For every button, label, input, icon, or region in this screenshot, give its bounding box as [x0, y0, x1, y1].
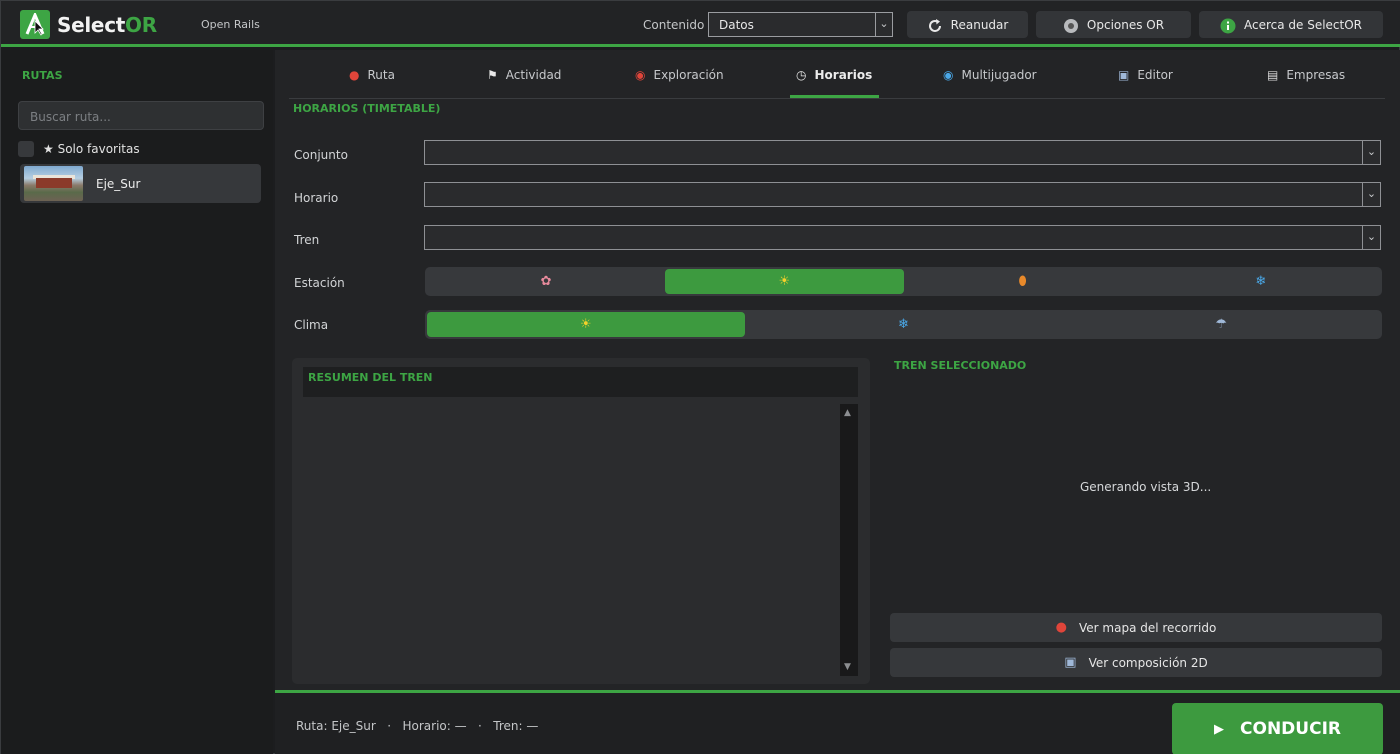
tab-actividad[interactable]: ⚑ Actividad [481, 68, 567, 98]
content-select-value: Datos [719, 18, 754, 32]
scroll-up-icon[interactable]: ▲ [844, 408, 851, 418]
main-panel: ● Ruta ⚑ Actividad ◉ Exploración ◷ Horar… [275, 50, 1400, 754]
snowflake-icon: ❄ [898, 317, 909, 332]
resume-button[interactable]: Reanudar [907, 11, 1028, 38]
routes-sidebar: RUTAS Buscar ruta... ★ Solo favoritas Ej… [1, 50, 273, 754]
chevron-down-icon[interactable]: ⌄ [875, 13, 892, 36]
tab-ruta[interactable]: ● Ruta [343, 68, 401, 98]
route-search-input[interactable]: Buscar ruta... [18, 101, 264, 130]
brand-name: SelectOR [57, 13, 157, 37]
sun-icon: ☀ [778, 274, 791, 289]
leaf-icon: ⬮ [1018, 274, 1027, 289]
selected-train-title: TREN SELECCIONADO [894, 359, 1027, 372]
train-summary-body: ▲ ▼ [303, 404, 858, 676]
preview-status: Generando vista 3D... [1080, 480, 1212, 494]
content-select[interactable]: Datos ⌄ [708, 12, 893, 37]
weather-snow[interactable]: ❄ [745, 312, 1063, 337]
season-summer[interactable]: ☀ [665, 269, 904, 294]
content-label: Contenido [643, 18, 705, 32]
weather-clear[interactable]: ☀ [427, 312, 745, 337]
tab-label: Empresas [1286, 68, 1346, 82]
view-composition-button[interactable]: ▣ Ver composición 2D [890, 648, 1382, 677]
resume-label: Reanudar [950, 17, 1009, 32]
tren-label: Tren [294, 233, 320, 247]
sun-icon: ☀ [580, 317, 592, 332]
about-button[interactable]: Acerca de SelectOR [1199, 11, 1383, 38]
refresh-icon [927, 18, 941, 32]
train-summary-panel: RESUMEN DEL TREN ▲ ▼ [292, 358, 870, 684]
info-icon [1220, 18, 1236, 33]
tab-label: Editor [1137, 68, 1173, 82]
tab-label: Exploración [653, 68, 724, 82]
tab-editor[interactable]: ▣ Editor [1112, 68, 1179, 98]
season-selector: ✿ ☀ ⬮ ❄ [425, 267, 1382, 296]
favorites-label[interactable]: ★ Solo favoritas [43, 142, 140, 156]
route-name: Eje_Sur [96, 177, 141, 191]
routes-title: RUTAS [22, 69, 63, 82]
flower-icon: ✿ [540, 274, 552, 289]
chevron-down-icon[interactable]: ⌄ [1362, 141, 1380, 164]
clock-icon: ◷ [796, 68, 807, 82]
chevron-down-icon[interactable]: ⌄ [1362, 226, 1380, 249]
tab-bar: ● Ruta ⚑ Actividad ◉ Exploración ◷ Horar… [289, 50, 1385, 99]
favorites-checkbox[interactable] [18, 141, 34, 157]
scroll-down-icon[interactable]: ▼ [844, 662, 851, 672]
tab-empresas[interactable]: ▤ Empresas [1261, 68, 1351, 98]
brand-subtitle: Open Rails [201, 18, 260, 31]
top-bar: SelectOR Open Rails Contenido Datos ⌄ Re… [1, 1, 1400, 47]
tren-select[interactable]: ⌄ [424, 225, 1381, 250]
train-summary-title: RESUMEN DEL TREN [303, 367, 858, 397]
summary-scrollbar[interactable]: ▲ ▼ [840, 404, 858, 676]
horario-select[interactable]: ⌄ [424, 182, 1381, 207]
building-icon: ▤ [1267, 68, 1279, 82]
pin-icon: ● [349, 68, 360, 82]
view-composition-label: Ver composición 2D [1088, 655, 1208, 670]
train-icon: ▣ [1064, 655, 1077, 670]
options-button[interactable]: Opciones OR [1036, 11, 1191, 38]
checkered-flag-icon: ⚑ [487, 68, 498, 82]
view-route-map-label: Ver mapa del recorrido [1079, 620, 1217, 635]
tab-label: Multijugador [961, 68, 1037, 82]
weather-rain[interactable]: ☂ [1062, 312, 1380, 337]
timetable-section-title: HORARIOS (TIMETABLE) [293, 102, 441, 115]
tab-label: Ruta [367, 68, 395, 82]
train-icon: ▣ [1118, 68, 1130, 82]
gear-icon [1063, 18, 1078, 33]
conjunto-label: Conjunto [294, 148, 348, 162]
conjunto-select[interactable]: ⌄ [424, 140, 1381, 165]
snowflake-icon: ❄ [1255, 274, 1267, 289]
tab-label: Actividad [505, 68, 562, 82]
tab-horarios[interactable]: ◷ Horarios [790, 68, 879, 98]
globe-icon: ◉ [943, 68, 954, 82]
options-label: Opciones OR [1086, 17, 1165, 32]
clima-label: Clima [294, 318, 329, 332]
season-autumn[interactable]: ⬮ [904, 269, 1142, 294]
weather-selector: ☀ ❄ ☂ [425, 310, 1382, 339]
tab-multijugador[interactable]: ◉ Multijugador [937, 68, 1043, 98]
season-spring[interactable]: ✿ [427, 269, 665, 294]
play-icon: ▶ [1214, 721, 1225, 737]
pin-icon: ● [1055, 620, 1067, 635]
horario-label: Horario [294, 191, 339, 205]
drive-label: CONDUCIR [1240, 719, 1341, 739]
route-thumbnail [24, 166, 83, 201]
tab-exploracion[interactable]: ◉ Exploración [629, 68, 730, 98]
drive-button[interactable]: ▶ CONDUCIR [1172, 703, 1383, 754]
chevron-down-icon[interactable]: ⌄ [1362, 183, 1380, 206]
footer-bar: Ruta: Eje_Sur · Horario: — · Tren: — ▶ C… [275, 690, 1400, 754]
route-list-item[interactable]: Eje_Sur [20, 164, 261, 203]
rain-cloud-icon: ☂ [1215, 317, 1227, 332]
footer-status: Ruta: Eje_Sur · Horario: — · Tren: — [296, 719, 539, 733]
about-label: Acerca de SelectOR [1243, 17, 1363, 32]
season-winter[interactable]: ❄ [1142, 269, 1380, 294]
tab-label: Horarios [814, 68, 873, 82]
estacion-label: Estación [294, 276, 345, 290]
app-logo-icon [20, 10, 50, 39]
compass-icon: ◉ [635, 68, 646, 82]
view-route-map-button[interactable]: ● Ver mapa del recorrido [890, 613, 1382, 642]
app-window: SelectOR Open Rails Contenido Datos ⌄ Re… [0, 0, 1400, 754]
